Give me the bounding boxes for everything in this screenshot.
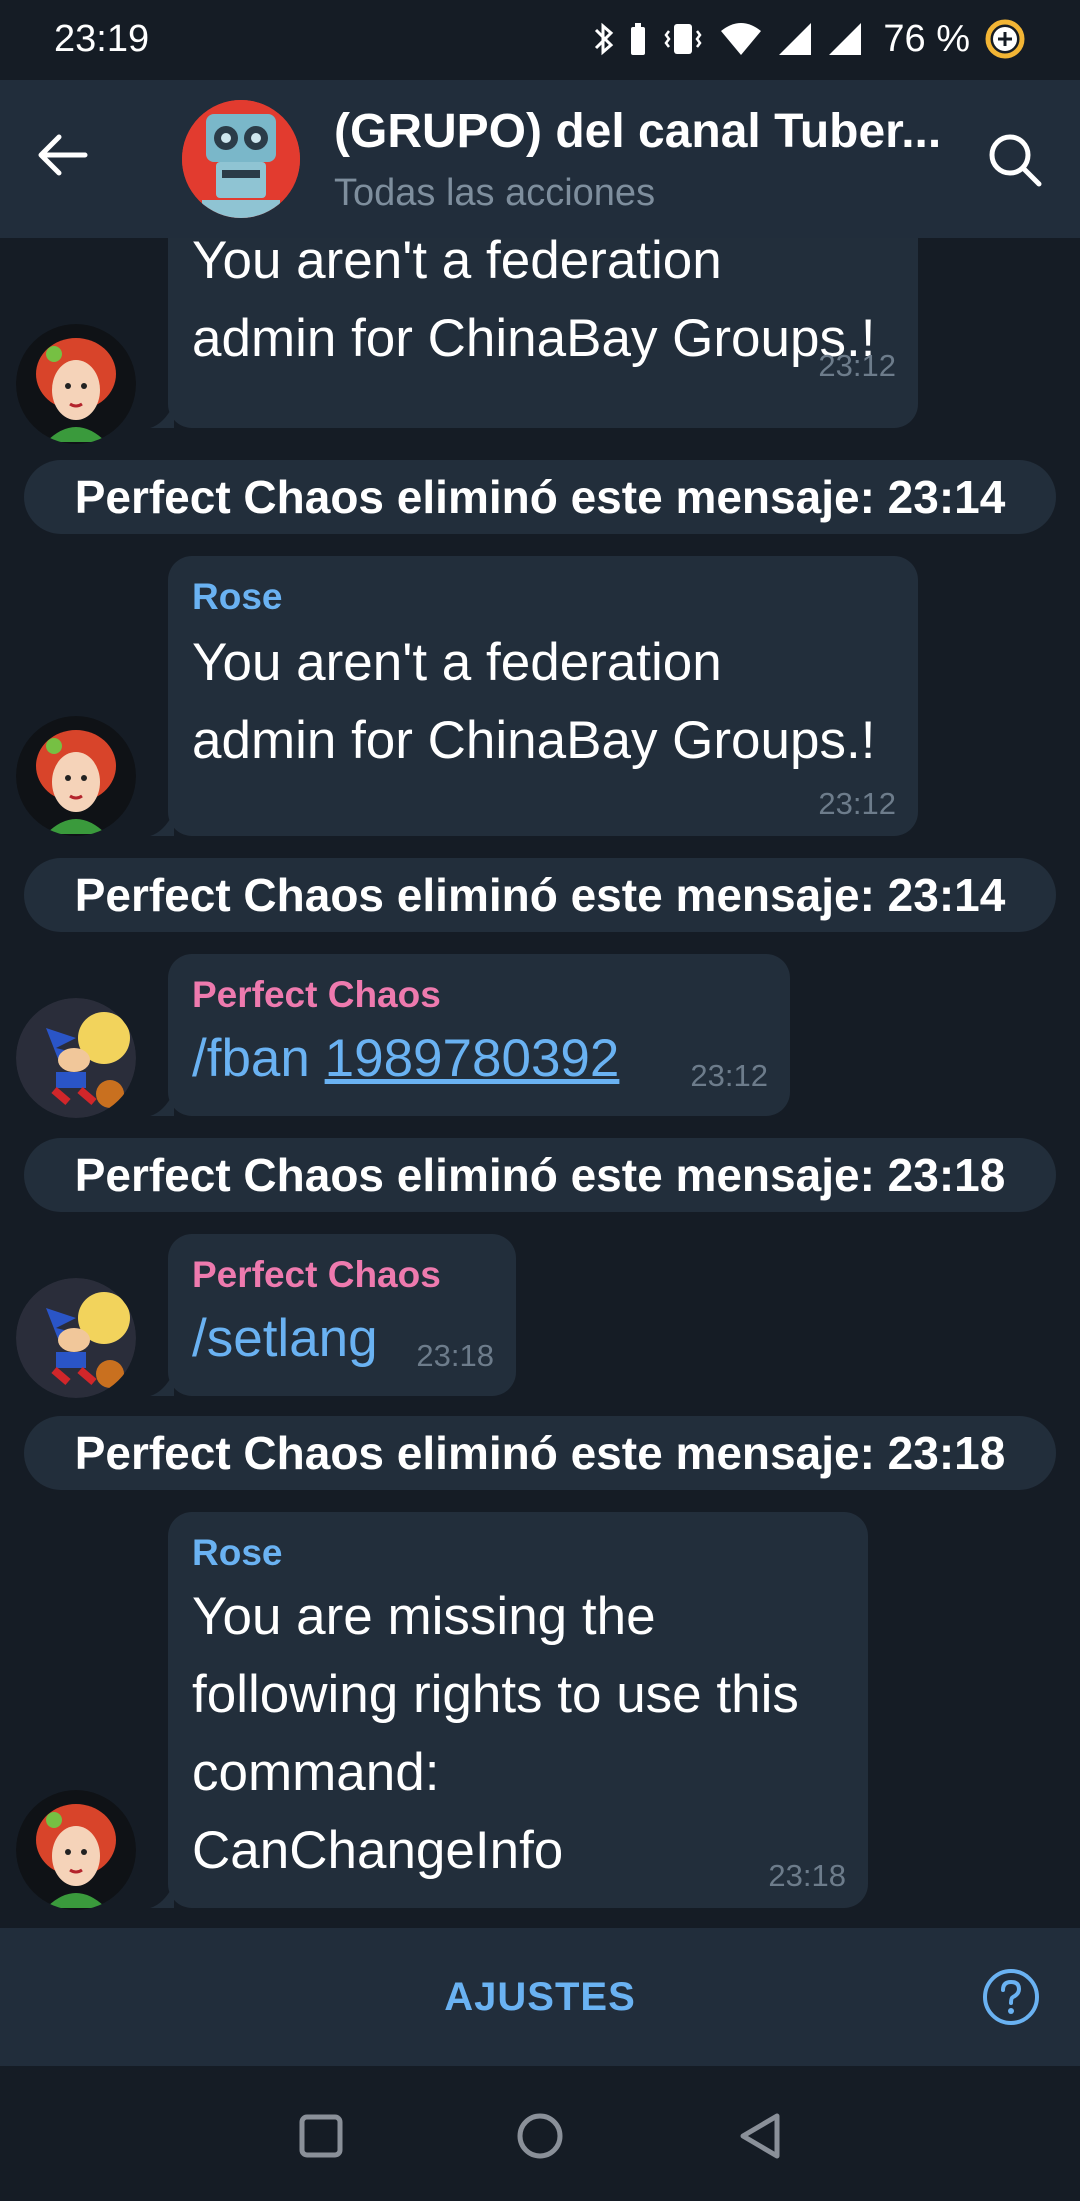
message-line: CanChangeInfo — [192, 1821, 564, 1880]
robot-avatar-icon — [182, 100, 300, 218]
system-nav-bar — [0, 2066, 1080, 2201]
message-text: /fban 1989780392 — [192, 1020, 619, 1098]
triangle-back-icon — [740, 2113, 780, 2159]
service-text: Perfect Chaos eliminó este mensaje: 23:1… — [74, 1427, 1006, 1479]
back-button[interactable] — [28, 120, 98, 190]
arrow-left-icon — [38, 134, 88, 176]
chat-title[interactable]: (GRUPO) del canal Tuber... — [334, 104, 944, 159]
bubble-tail — [150, 1372, 174, 1396]
bubble-tail — [150, 812, 174, 836]
message-bubble[interactable]: Perfect Chaos /fban 1989780392 23:12 — [168, 954, 790, 1116]
settings-button[interactable]: AJUSTES — [0, 1928, 1080, 2066]
sender-name[interactable]: Perfect Chaos — [192, 974, 441, 1016]
message-line: You aren't a federation — [192, 633, 722, 692]
service-message: Perfect Chaos eliminó este mensaje: 23:1… — [24, 460, 1056, 534]
search-icon — [989, 134, 1042, 187]
bubble-tail — [150, 404, 174, 428]
recents-button[interactable] — [291, 2106, 351, 2166]
user-id-link[interactable]: 1989780392 — [325, 1029, 620, 1088]
chat-header: (GRUPO) del canal Tuber... Todas las acc… — [0, 80, 1080, 238]
bot-command[interactable]: /setlang — [192, 1309, 378, 1368]
message-bubble[interactable]: Rose You are missing the following right… — [168, 1512, 868, 1908]
message-time: 23:12 — [818, 786, 896, 821]
message-line: admin for ChinaBay Groups.! — [192, 711, 876, 770]
vibrate-icon — [664, 24, 702, 54]
signal-icon — [779, 23, 812, 55]
bot-command[interactable]: /fban — [192, 1029, 310, 1088]
avatar-perfect-chaos[interactable] — [16, 998, 136, 1118]
group-avatar[interactable] — [182, 100, 300, 218]
status-time: 23:19 — [54, 18, 150, 60]
service-text: Perfect Chaos eliminó este mensaje: 23:1… — [74, 1149, 1006, 1201]
message-time: 23:12 — [818, 348, 896, 383]
home-button[interactable] — [510, 2106, 570, 2166]
bubble-tail — [150, 1092, 174, 1116]
rose-avatar-icon — [16, 1790, 136, 1910]
signal-icon-2 — [829, 23, 862, 55]
help-circle-icon — [983, 1969, 1039, 2025]
circle-icon — [517, 2113, 563, 2159]
avatar-rose[interactable] — [16, 324, 136, 444]
wifi-icon — [721, 23, 762, 55]
service-message: Perfect Chaos eliminó este mensaje: 23:1… — [24, 1138, 1056, 1212]
message-time: 23:12 — [690, 1058, 768, 1093]
battery-saver-icon — [631, 23, 646, 55]
service-text: Perfect Chaos eliminó este mensaje: 23:1… — [74, 471, 1006, 523]
square-icon — [299, 2114, 343, 2158]
bottom-action-bar: AJUSTES — [0, 1928, 1080, 2066]
battery-percent: 76 % — [883, 17, 970, 60]
battery-charging-icon — [985, 19, 1025, 59]
rose-avatar-icon — [16, 324, 136, 444]
search-button[interactable] — [980, 125, 1050, 195]
message-list[interactable]: You aren't a federation admin for ChinaB… — [0, 238, 1080, 1928]
status-icons: 76 % — [593, 14, 1026, 64]
bluetooth-icon — [595, 22, 614, 56]
status-bar: 23:19 76 % — [0, 0, 1080, 80]
message-text: /setlang — [192, 1300, 378, 1378]
service-message: Perfect Chaos eliminó este mensaje: 23:1… — [24, 1416, 1056, 1490]
chat-subtitle: Todas las acciones — [334, 172, 656, 214]
sonic-avatar-icon — [16, 998, 136, 1118]
message-bubble[interactable]: Rose You aren't a federation admin for C… — [168, 556, 918, 836]
sonic-avatar-icon — [16, 1278, 136, 1398]
message-line: admin for ChinaBay Groups.! — [192, 309, 876, 368]
avatar-rose[interactable] — [16, 716, 136, 836]
message-line: You aren't a federation — [192, 238, 722, 290]
help-button[interactable] — [982, 1968, 1040, 2026]
bubble-tail — [150, 1884, 174, 1908]
service-text: Perfect Chaos eliminó este mensaje: 23:1… — [74, 869, 1006, 921]
sender-name[interactable]: Rose — [192, 576, 282, 618]
avatar-rose[interactable] — [16, 1790, 136, 1910]
message-line: command: — [192, 1743, 440, 1802]
message-bubble[interactable]: Perfect Chaos /setlang 23:18 — [168, 1234, 516, 1396]
avatar-perfect-chaos[interactable] — [16, 1278, 136, 1398]
back-nav-button[interactable] — [730, 2106, 790, 2166]
rose-avatar-icon — [16, 716, 136, 836]
message-line: You are missing the — [192, 1587, 656, 1646]
message-bubble[interactable]: You aren't a federation admin for ChinaB… — [168, 238, 918, 428]
service-message: Perfect Chaos eliminó este mensaje: 23:1… — [24, 858, 1056, 932]
sender-name[interactable]: Perfect Chaos — [192, 1254, 441, 1296]
message-time: 23:18 — [768, 1858, 846, 1893]
message-time: 23:18 — [416, 1338, 494, 1373]
message-line: following rights to use this — [192, 1665, 799, 1724]
sender-name[interactable]: Rose — [192, 1532, 282, 1574]
